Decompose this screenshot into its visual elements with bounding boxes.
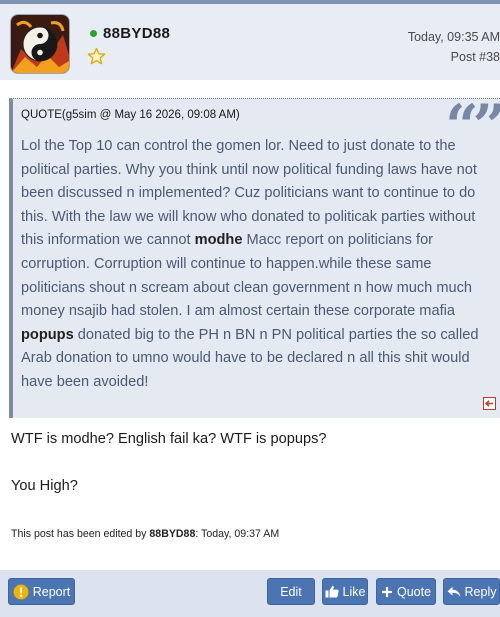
thumbs-up-icon (325, 585, 339, 598)
reply-line: You High? (11, 478, 78, 494)
username[interactable]: 88BYD88 (103, 25, 170, 42)
edit-note-suffix: : Today, 09:37 AM (195, 528, 280, 540)
quote-text: Lol the Top 10 can control the gomen lor… (21, 135, 491, 395)
quote-button[interactable]: Quote (376, 578, 436, 605)
post-footer: Report Edit Like Quote Reply (0, 570, 500, 617)
reply-button-label: Reply (464, 584, 497, 599)
avatar[interactable] (10, 14, 70, 74)
quote-block: QUOTE(g5sim @ May 16 2026, 09:08 AM) “” … (9, 97, 500, 418)
plus-icon (381, 586, 392, 597)
post-header: 88BYD88 Today, 09:35 AM Post #38 (0, 4, 500, 80)
reply-line: WTF is modhe? English fail ka? WTF is po… (11, 431, 327, 447)
quote-button-label: Quote (396, 584, 432, 599)
reply-button[interactable]: Reply (443, 578, 500, 605)
quote-bold-word: popups (21, 326, 74, 343)
edit-note-editor: 88BYD88 (149, 528, 196, 540)
post-number[interactable]: Post #38 (451, 50, 500, 64)
star-icon (87, 47, 106, 65)
quote-bold-word: modhe (194, 232, 243, 249)
like-button[interactable]: Like (322, 578, 368, 605)
post-timestamp: Today, 09:35 AM (407, 30, 500, 44)
edit-button[interactable]: Edit (267, 578, 315, 605)
edit-note: This post has been edited by 88BYD88: To… (11, 528, 279, 540)
like-button-label: Like (342, 584, 366, 599)
online-status-indicator (90, 30, 97, 37)
yin-yang-dragon-avatar-icon (11, 15, 69, 73)
exclamation-icon (13, 584, 29, 599)
edit-note-prefix: This post has been edited by (11, 528, 150, 540)
quote-text-part: donated big to the PH n BN n PN politica… (21, 326, 479, 390)
report-button[interactable]: Report (8, 578, 75, 605)
edit-button-label: Edit (280, 584, 302, 599)
username-row: 88BYD88 (90, 25, 170, 42)
jump-to-post-icon[interactable] (483, 397, 496, 410)
report-button-label: Report (32, 584, 71, 599)
quote-header: QUOTE(g5sim @ May 16 2026, 09:08 AM) (21, 109, 240, 121)
reply-arrow-icon (447, 586, 460, 597)
